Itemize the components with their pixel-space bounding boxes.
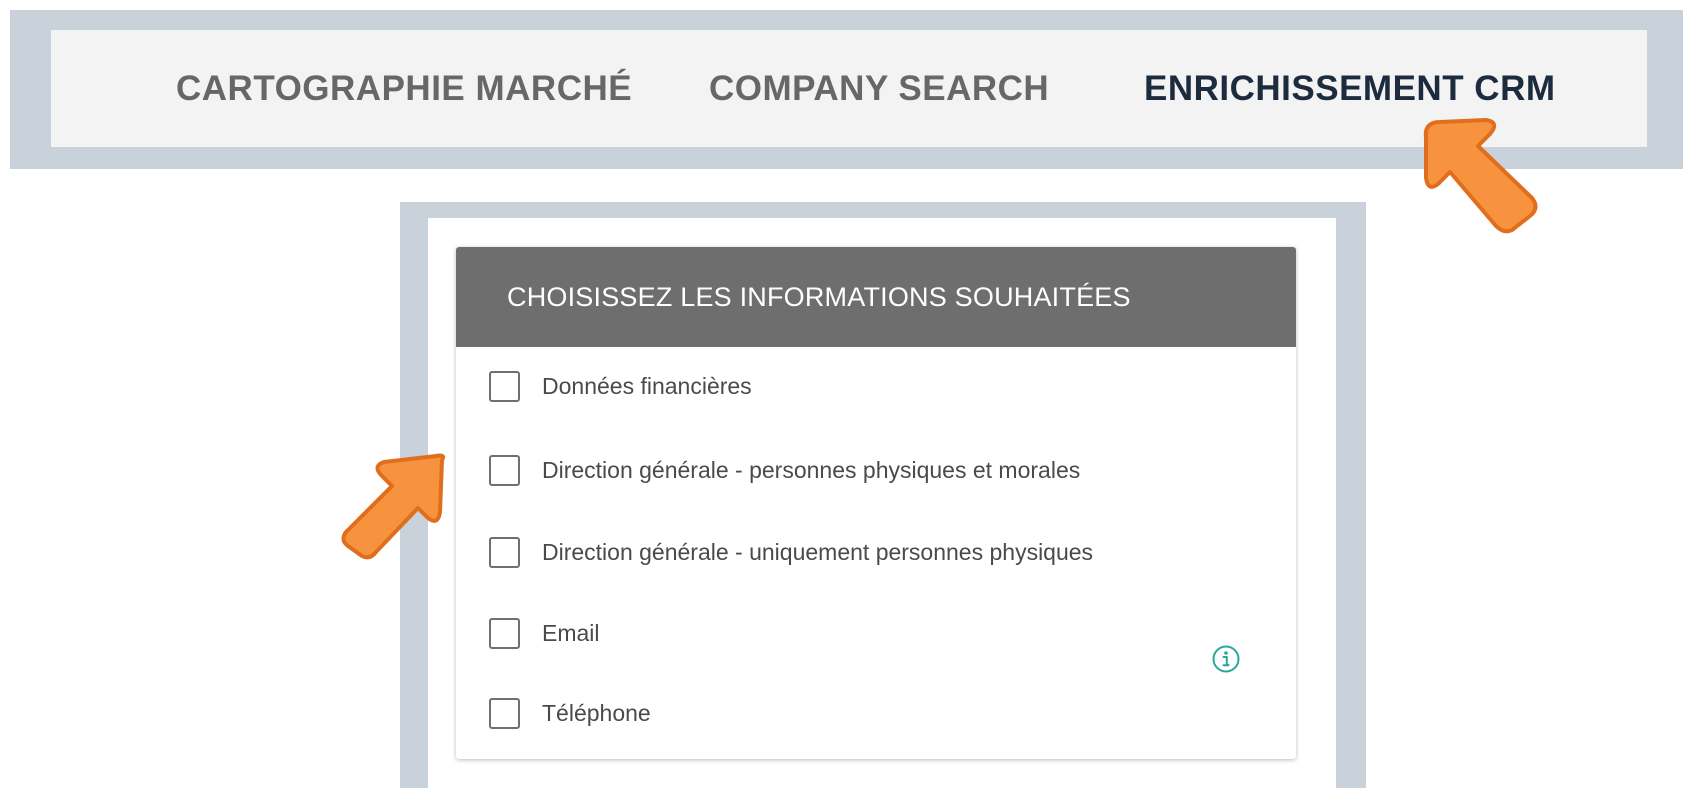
tab-company-search[interactable]: COMPANY SEARCH xyxy=(709,30,1049,147)
card-title: CHOISISSEZ LES INFORMATIONS SOUHAITÉES xyxy=(507,281,1131,312)
option-direction-generale-personnes-physiques-et-morales[interactable]: Direction générale - personnes physiques… xyxy=(489,450,1080,490)
option-label: Téléphone xyxy=(542,699,651,726)
information-selection-card: CHOISISSEZ LES INFORMATIONS SOUHAITÉES D… xyxy=(456,247,1296,759)
card-header: CHOISISSEZ LES INFORMATIONS SOUHAITÉES xyxy=(456,247,1296,347)
option-label: Données financières xyxy=(542,372,752,399)
option-label: Direction générale - personnes physiques… xyxy=(542,456,1081,483)
checkbox-telephone[interactable] xyxy=(489,697,520,729)
checkbox-direction-generale-physiques-morales[interactable] xyxy=(489,454,520,486)
option-telephone[interactable]: Téléphone xyxy=(489,693,651,733)
option-label: Email xyxy=(542,619,600,646)
option-donnees-financieres[interactable]: Données financières xyxy=(489,366,752,406)
checkbox-email[interactable] xyxy=(489,617,520,649)
tab-cartographie-marche[interactable]: CARTOGRAPHIE MARCHÉ xyxy=(176,30,632,147)
option-direction-generale-uniquement-physiques[interactable]: Direction générale - uniquement personne… xyxy=(489,532,1093,572)
info-circle-icon[interactable] xyxy=(1211,644,1241,674)
checkbox-direction-generale-physiques[interactable] xyxy=(489,536,520,568)
orange-pointer-arrow-icon xyxy=(1423,118,1538,234)
option-email[interactable]: Email xyxy=(489,613,600,653)
option-label: Direction générale - uniquement personne… xyxy=(542,538,1094,565)
checkbox-donnees-financieres[interactable] xyxy=(489,370,520,402)
orange-pointer-arrow-icon xyxy=(341,453,446,560)
top-nav-bar: CARTOGRAPHIE MARCHÉ COMPANY SEARCH ENRIC… xyxy=(51,30,1647,147)
